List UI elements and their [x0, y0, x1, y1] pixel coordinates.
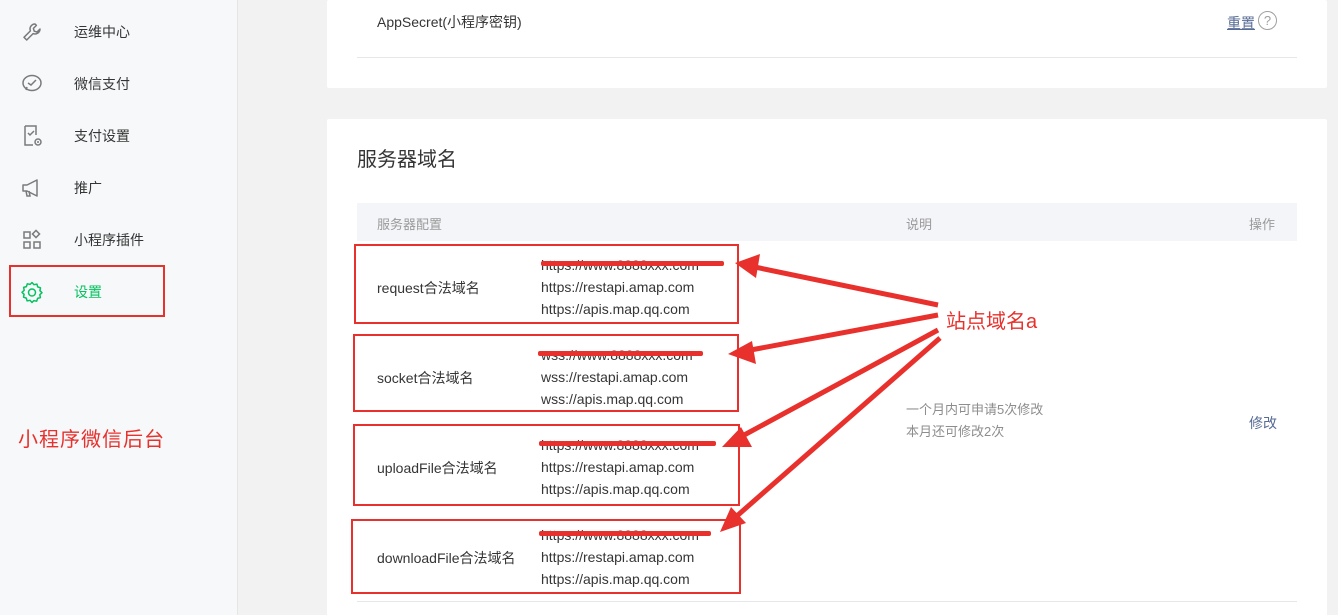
- sidebar-item-ops-center[interactable]: 运维中心: [0, 6, 238, 58]
- reset-secret-link[interactable]: 重置: [1227, 13, 1255, 33]
- downloadfile-highlight-box: [351, 519, 741, 594]
- uploadfile-highlight-box: [353, 424, 740, 506]
- divider: [357, 57, 1297, 58]
- modify-limit-text: 一个月内可申请5次修改: [906, 402, 1044, 417]
- sidebar-item-promotion[interactable]: 推广: [0, 162, 238, 214]
- wechat-pay-icon: [20, 72, 44, 96]
- modify-domain-link[interactable]: 修改: [1249, 413, 1277, 433]
- modify-remaining-text: 本月还可修改2次: [906, 424, 1005, 439]
- sidebar-item-label: 支付设置: [74, 128, 130, 144]
- megaphone-icon: [20, 176, 44, 200]
- column-header-config: 服务器配置: [377, 217, 443, 232]
- settings-highlight-box: [9, 265, 165, 317]
- annotation-label: 站点域名a: [946, 311, 1038, 333]
- sidebar-item-wechat-pay[interactable]: 微信支付: [0, 58, 238, 110]
- request-highlight-box: [354, 244, 739, 324]
- appsecret-panel: AppSecret(小程序密钥) 重置 ?: [327, 0, 1327, 88]
- sidebar-item-pay-settings[interactable]: 支付设置: [0, 110, 238, 162]
- pay-settings-icon: [20, 124, 44, 148]
- appsecret-label: AppSecret(小程序密钥): [377, 14, 522, 30]
- socket-highlight-box: [353, 334, 739, 412]
- sidebar-item-label: 小程序插件: [74, 232, 144, 248]
- sidebar-item-label: 运维中心: [74, 24, 130, 40]
- section-title: 服务器域名: [357, 149, 457, 171]
- scrollbar-track[interactable]: [1331, 0, 1338, 615]
- wrench-icon: [20, 20, 44, 44]
- column-header-description: 说明: [906, 217, 933, 232]
- column-header-action: 操作: [1249, 217, 1276, 232]
- sidebar-item-label: 推广: [74, 180, 102, 196]
- help-icon[interactable]: ?: [1258, 11, 1277, 30]
- sidebar: 运维中心 微信支付 支付设置 推广 小程序插件 设置 小程序微信后台: [0, 0, 238, 615]
- table-header: 服务器配置 说明 操作: [357, 203, 1297, 241]
- sidebar-item-plugins[interactable]: 小程序插件: [0, 214, 238, 266]
- sidebar-annotation-note: 小程序微信后台: [18, 429, 165, 451]
- divider: [357, 601, 1297, 602]
- plugin-grid-icon: [20, 228, 44, 252]
- sidebar-item-label: 微信支付: [74, 76, 130, 92]
